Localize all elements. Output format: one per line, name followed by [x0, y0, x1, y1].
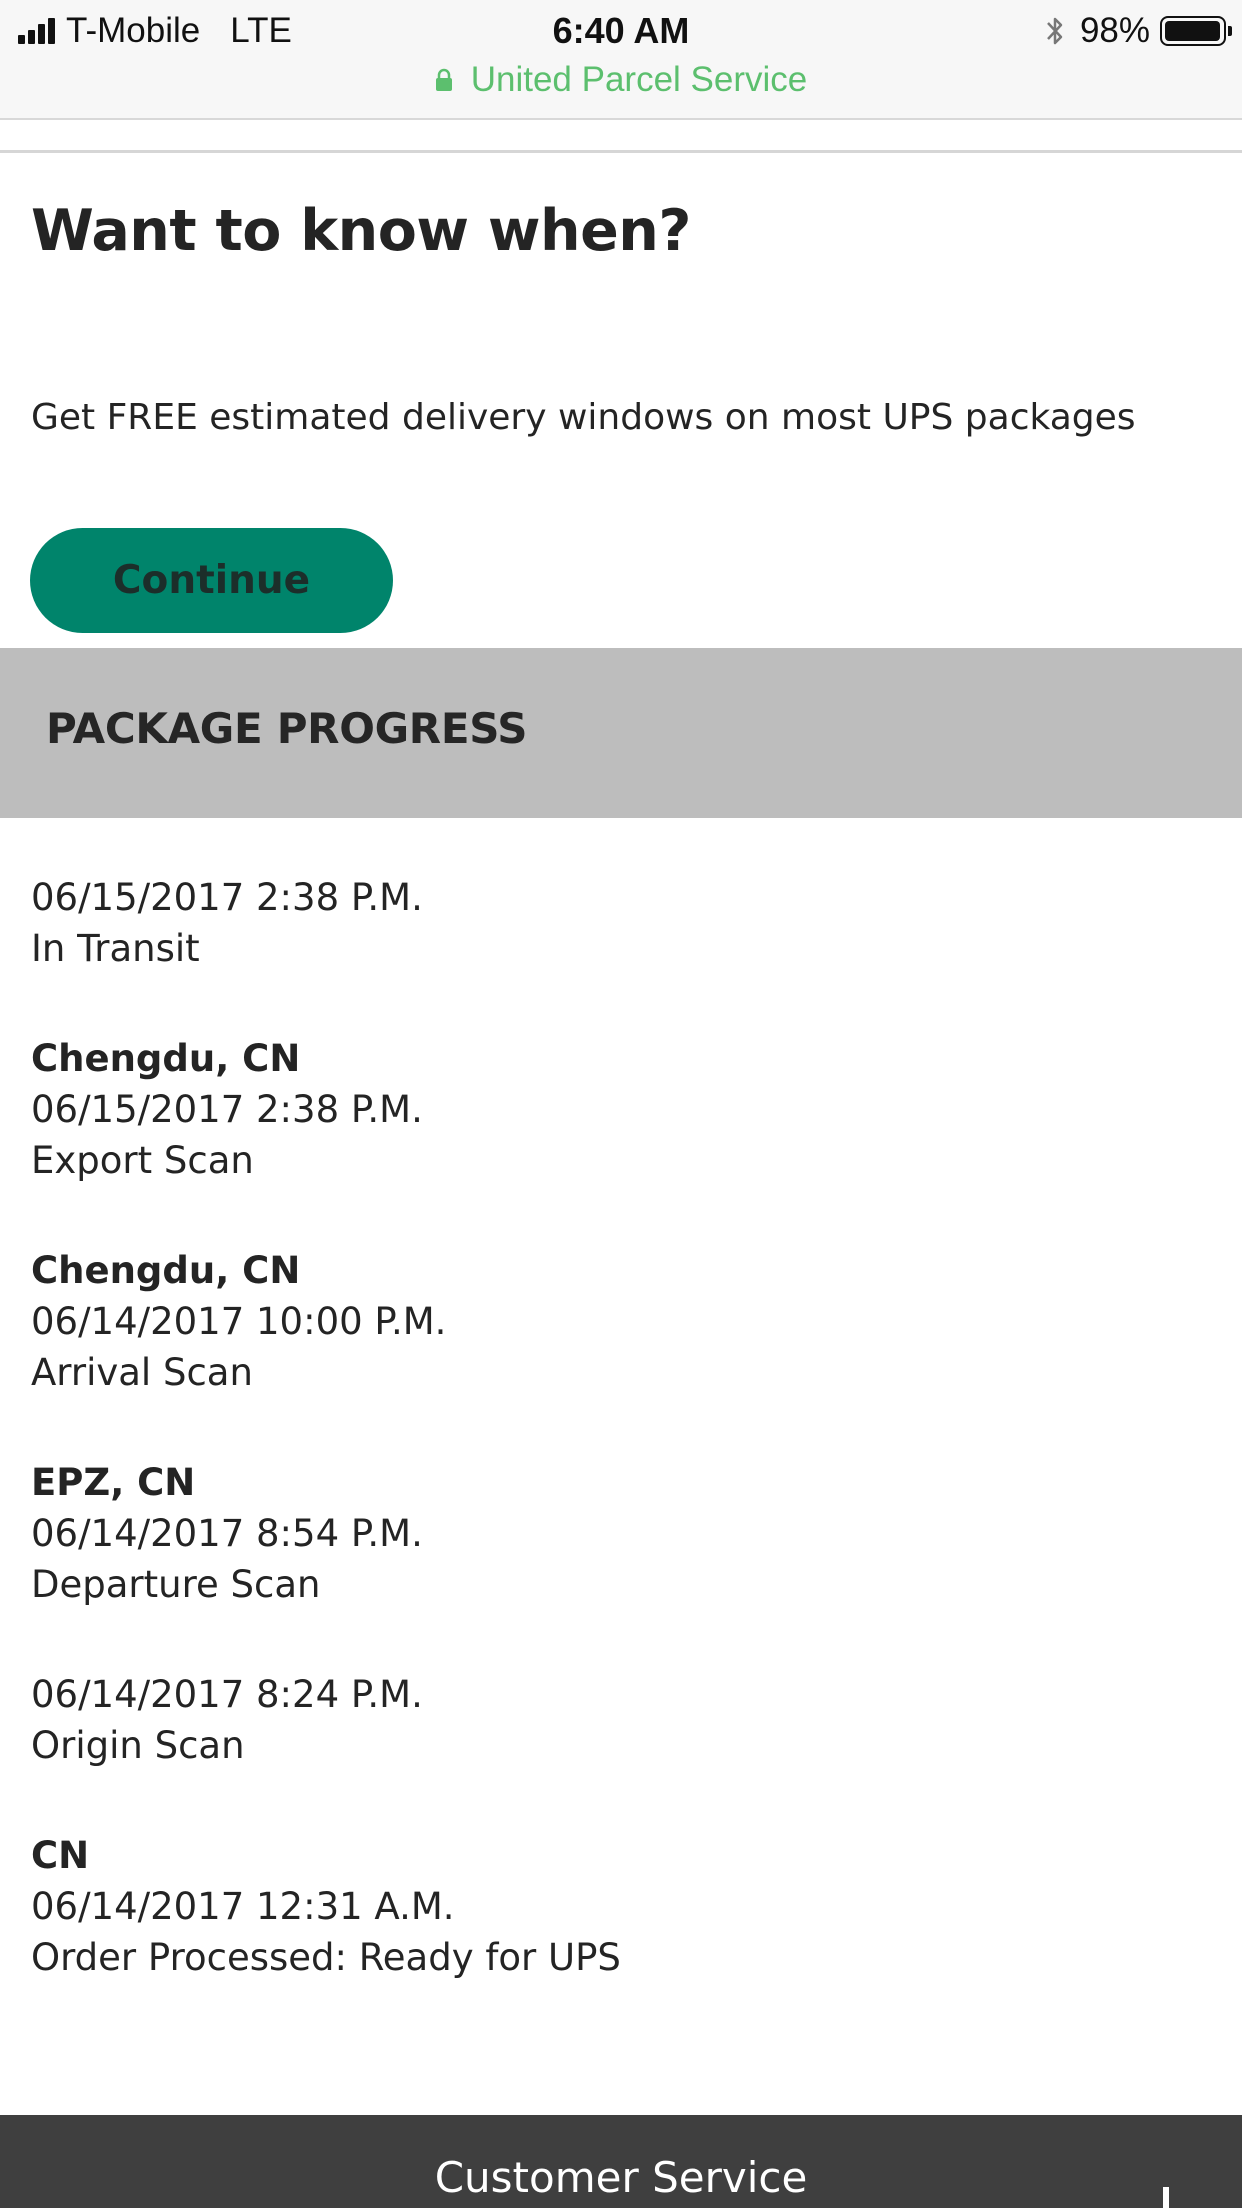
promo-text: Get FREE estimated delivery windows on m…	[31, 397, 1136, 438]
event-datetime: 06/15/2017 2:38 P.M.	[31, 876, 423, 919]
event-status: In Transit	[31, 927, 200, 970]
battery-level	[1165, 21, 1220, 41]
package-progress-heading: PACKAGE PROGRESS	[46, 704, 528, 753]
event-status: Export Scan	[31, 1139, 254, 1182]
battery-percent: 98%	[1079, 11, 1150, 50]
tracking-event: 06/15/2017 2:38 P.M. In Transit	[31, 872, 1211, 974]
continue-button[interactable]: Continue	[30, 528, 393, 633]
package-progress-header: PACKAGE PROGRESS	[0, 648, 1242, 818]
battery-icon	[1160, 16, 1232, 46]
customer-service-label: Customer Service	[434, 2153, 808, 2202]
event-datetime: 06/14/2017 8:54 P.M.	[31, 1512, 423, 1555]
bluetooth-icon	[1047, 17, 1063, 45]
promo-title: Want to know when?	[31, 198, 691, 264]
event-status: Departure Scan	[31, 1563, 321, 1606]
event-status: Arrival Scan	[31, 1351, 253, 1394]
plus-icon[interactable]	[1142, 2187, 1190, 2208]
browser-status-bar: T-Mobile LTE 6:40 AM 98% United Parcel S…	[0, 0, 1242, 120]
event-location: CN	[31, 1834, 90, 1877]
lock-icon	[435, 68, 452, 91]
event-location: Chengdu, CN	[31, 1249, 301, 1292]
tracking-event: CN 06/14/2017 12:31 A.M. Order Processed…	[31, 1830, 1211, 1983]
header-divider	[0, 150, 1242, 153]
tracking-events-list: 06/15/2017 2:38 P.M. In Transit Chengdu,…	[31, 872, 1211, 2042]
event-datetime: 06/14/2017 8:24 P.M.	[31, 1673, 423, 1716]
site-address[interactable]: United Parcel Service	[0, 58, 1242, 102]
battery-cap	[1228, 26, 1232, 36]
event-location: Chengdu, CN	[31, 1037, 301, 1080]
event-location: EPZ, CN	[31, 1461, 196, 1504]
status-right: 98%	[1044, 8, 1232, 54]
tracking-event: 06/14/2017 8:24 P.M. Origin Scan	[31, 1669, 1211, 1771]
site-name: United Parcel Service	[470, 60, 808, 99]
event-status: Order Processed: Ready for UPS	[31, 1936, 621, 1979]
event-status: Origin Scan	[31, 1724, 245, 1767]
event-datetime: 06/14/2017 12:31 A.M.	[31, 1885, 455, 1928]
event-datetime: 06/14/2017 10:00 P.M.	[31, 1300, 447, 1343]
customer-service-accordion[interactable]: Customer Service	[0, 2115, 1242, 2208]
tracking-event: Chengdu, CN 06/14/2017 10:00 P.M. Arriva…	[31, 1245, 1211, 1398]
tracking-event: Chengdu, CN 06/15/2017 2:38 P.M. Export …	[31, 1033, 1211, 1186]
tracking-event: EPZ, CN 06/14/2017 8:54 P.M. Departure S…	[31, 1457, 1211, 1610]
event-datetime: 06/15/2017 2:38 P.M.	[31, 1088, 423, 1131]
